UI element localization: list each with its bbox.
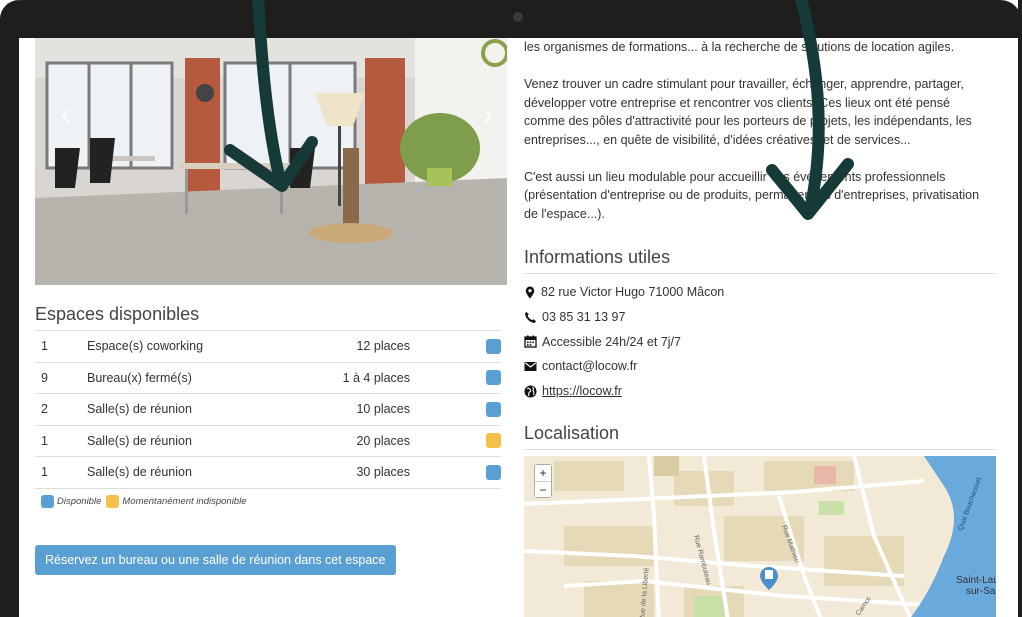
- status-legend: Disponible Momentanément indisponible: [41, 495, 251, 508]
- info-list: 82 rue Victor Hugo 71000 Mâcon 03 85 31 …: [524, 280, 724, 403]
- camera-dot: [513, 12, 523, 22]
- globe-icon: [524, 385, 537, 398]
- space-type: Salle(s) de réunion: [87, 424, 257, 457]
- table-row: 1 Espace(s) coworking 12 places: [35, 330, 501, 362]
- map-label-saint-laurent-2: sur-Sa: [966, 586, 996, 597]
- table-row: 1 Salle(s) de réunion 30 places: [35, 456, 501, 489]
- space-quantity: 1: [35, 424, 87, 457]
- legend-available-swatch: [41, 495, 54, 508]
- space-capacity: 20 places: [257, 424, 412, 457]
- device-bezel-top: [0, 0, 1022, 38]
- localisation-title: Localisation: [524, 423, 996, 450]
- legend-unavailable-label: Momentanément indisponible: [122, 496, 247, 507]
- address-text: 82 rue Victor Hugo 71000 Mâcon: [541, 285, 725, 300]
- space-status-cell: [412, 393, 501, 425]
- table-row: 9 Bureau(x) fermé(s) 1 à 4 places: [35, 361, 501, 394]
- space-quantity: 1: [35, 330, 87, 362]
- espaces-table: 1 Espace(s) coworking 12 places 9 Bureau(x) …: [35, 330, 501, 489]
- device-bezel-left: [0, 0, 19, 617]
- espaces-title: Espaces disponibles: [35, 304, 200, 324]
- map-label-saint-laurent-1: Saint-Lau: [956, 575, 996, 586]
- phone-text: 03 85 31 13 97: [542, 310, 626, 325]
- space-type: Salle(s) de réunion: [87, 393, 257, 425]
- info-title: Informations utiles: [524, 247, 996, 274]
- zoom-in-button[interactable]: +: [535, 465, 551, 481]
- status-badge: [486, 464, 501, 480]
- space-type: Espace(s) coworking: [87, 330, 257, 362]
- info-address: 82 rue Victor Hugo 71000 Mâcon: [524, 280, 724, 305]
- status-badge: [486, 370, 501, 386]
- carousel-next-button[interactable]: ›: [483, 98, 493, 132]
- email-text: contact@locow.fr: [542, 359, 638, 374]
- map[interactable]: Saint-Lau sur-Sa Rue Rambuteau Rue Mathi…: [524, 456, 996, 617]
- status-badge: [486, 401, 501, 417]
- info-email: contact@locow.fr: [524, 354, 724, 379]
- page-screen: ‹ › Espaces disponibles 1 Espace(s) cowor…: [19, 38, 1018, 617]
- space-capacity: 1 à 4 places: [257, 361, 412, 394]
- space-type: Salle(s) de réunion: [87, 456, 257, 489]
- info-website: https://locow.fr: [524, 379, 724, 404]
- phone-icon: [525, 311, 536, 323]
- status-badge: [486, 338, 501, 354]
- space-quantity: 2: [35, 393, 87, 425]
- hours-text: Accessible 24h/24 et 7j/7: [542, 334, 681, 349]
- zoom-out-button[interactable]: −: [535, 481, 551, 497]
- carousel-prev-button[interactable]: ‹: [61, 98, 71, 132]
- website-link[interactable]: https://locow.fr: [542, 384, 622, 398]
- space-capacity: 10 places: [257, 393, 412, 425]
- space-capacity: 12 places: [257, 330, 412, 362]
- space-photo: ‹ ›: [35, 38, 507, 285]
- space-status-cell: [412, 361, 501, 394]
- description-paragraph: les organismes de formations... à la rec…: [524, 40, 955, 54]
- description-paragraph: C'est aussi un lieu modulable pour accue…: [524, 169, 980, 221]
- info-hours: Accessible 24h/24 et 7j/7: [524, 329, 724, 354]
- space-status-cell: [412, 424, 501, 457]
- status-badge: [486, 433, 501, 449]
- legend-available-label: Disponible: [57, 496, 102, 507]
- space-type: Bureau(x) fermé(s): [87, 361, 257, 394]
- space-capacity: 30 places: [257, 456, 412, 489]
- space-status-cell: [412, 456, 501, 489]
- info-phone: 03 85 31 13 97: [524, 305, 724, 330]
- table-row: 2 Salle(s) de réunion 10 places: [35, 393, 501, 425]
- map-zoom-control: + −: [534, 464, 552, 498]
- reserve-button[interactable]: Réservez un bureau ou une salle de réuni…: [35, 545, 396, 575]
- space-status-cell: [412, 330, 501, 362]
- device-bezel-right: [1018, 0, 1022, 617]
- calendar-icon: [524, 335, 537, 348]
- description-paragraph: Venez trouver un cadre stimulant pour tr…: [524, 77, 972, 147]
- space-description: les organismes de formations... à la rec…: [524, 38, 994, 242]
- legend-unavailable-swatch: [106, 495, 120, 508]
- space-quantity: 9: [35, 361, 87, 394]
- space-quantity: 1: [35, 456, 87, 489]
- map-pin-icon: [525, 286, 535, 299]
- table-row: 1 Salle(s) de réunion 20 places: [35, 424, 501, 457]
- envelope-icon: [524, 361, 537, 371]
